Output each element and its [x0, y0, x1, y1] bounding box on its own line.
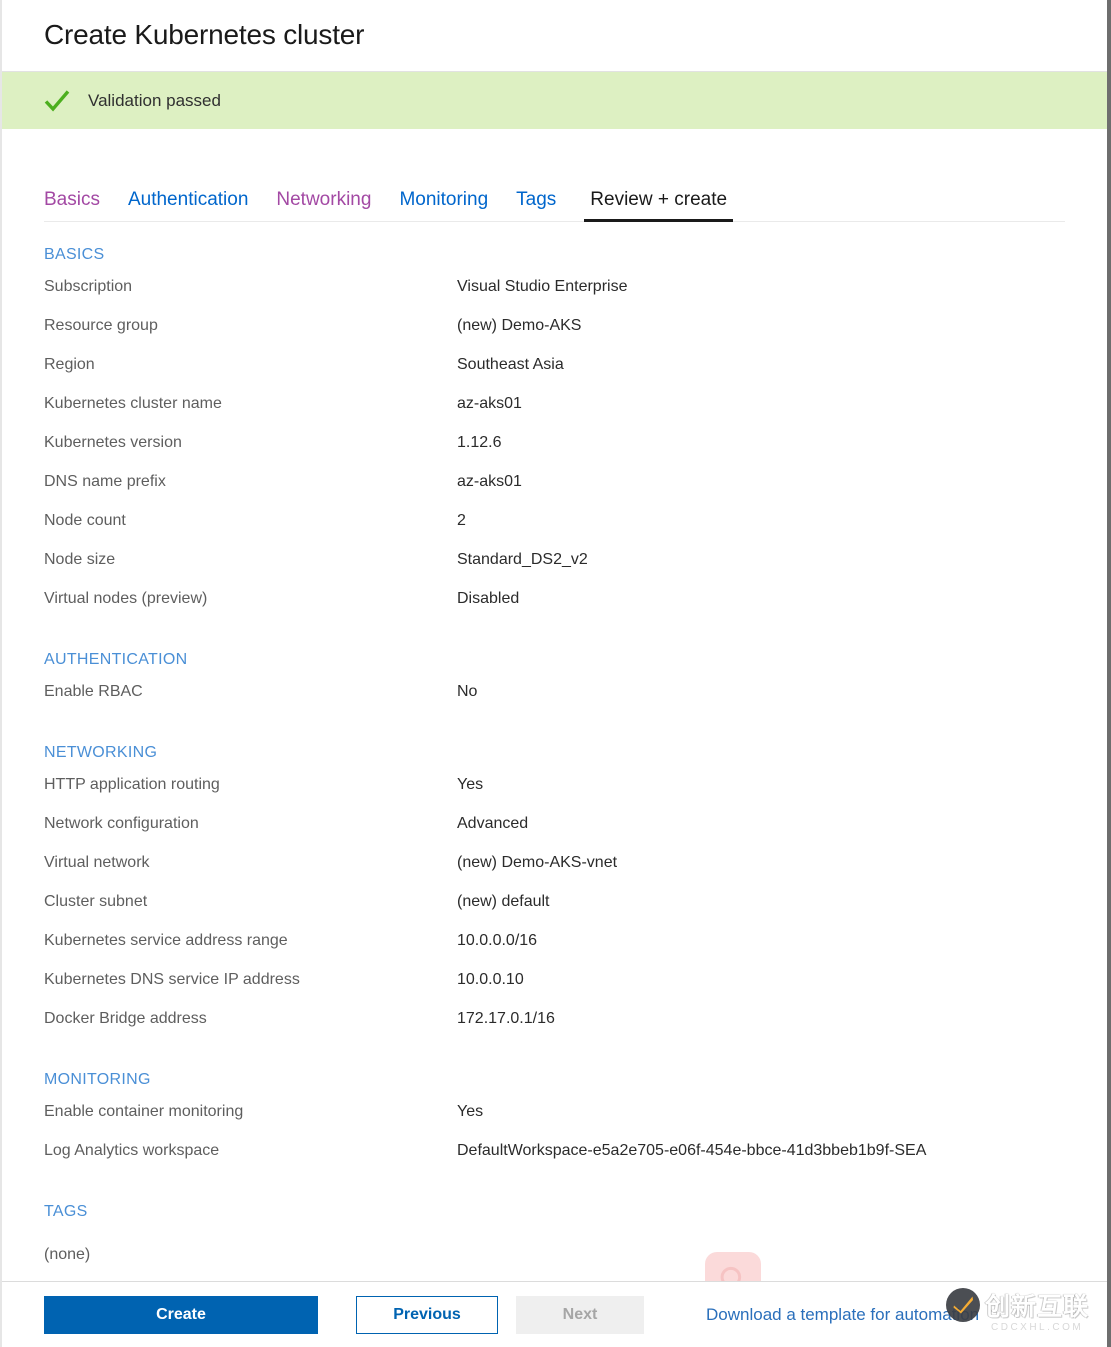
tab-networking[interactable]: Networking [276, 190, 371, 222]
tags-empty-text: (none) [44, 1246, 91, 1263]
row-label: Kubernetes cluster name [44, 395, 222, 412]
check-icon [44, 89, 70, 112]
row-label: Kubernetes DNS service IP address [44, 971, 300, 988]
summary-row-log-analytics-workspace: Log Analytics workspace DefaultWorkspace… [44, 1142, 1065, 1181]
validation-banner: Validation passed [2, 72, 1107, 130]
row-value: Southeast Asia [457, 356, 564, 373]
row-value: (new) default [457, 893, 550, 910]
create-kubernetes-cluster-blade: Create Kubernetes cluster Validation pas… [0, 0, 1111, 1347]
blade-body: Basics Authentication Networking Monitor… [2, 130, 1107, 1281]
summary-row-subscription: Subscription Visual Studio Enterprise [44, 278, 1065, 317]
row-label: Enable container monitoring [44, 1103, 244, 1120]
tab-tags[interactable]: Tags [516, 190, 556, 222]
next-button: Next [516, 1295, 644, 1334]
summary-row-virtual-nodes: Virtual nodes (preview) Disabled [44, 590, 1065, 629]
summary-row-kubernetes-version: Kubernetes version 1.12.6 [44, 434, 1065, 473]
row-label: Virtual network [44, 854, 150, 871]
validation-message: Validation passed [88, 90, 221, 110]
row-label: Virtual nodes (preview) [44, 590, 208, 607]
create-button[interactable]: Create [44, 1295, 318, 1334]
row-value: Yes [457, 776, 484, 793]
summary-row-cluster-subnet: Cluster subnet (new) default [44, 893, 1065, 932]
tab-monitoring[interactable]: Monitoring [399, 190, 488, 222]
summary-row-node-size: Node size Standard_DS2_v2 [44, 551, 1065, 590]
row-value: (new) Demo-AKS [457, 317, 582, 334]
previous-button[interactable]: Previous [356, 1295, 498, 1334]
review-summary: BASICS Subscription Visual Studio Enterp… [44, 222, 1065, 1274]
summary-row-service-address-range: Kubernetes service address range 10.0.0.… [44, 932, 1065, 971]
row-value: az-aks01 [457, 473, 522, 490]
row-label: Subscription [44, 278, 133, 295]
summary-row-resource-group: Resource group (new) Demo-AKS [44, 317, 1065, 356]
tab-basics[interactable]: Basics [44, 190, 100, 222]
download-template-link[interactable]: Download a template for automation [706, 1305, 979, 1325]
row-value: Yes [457, 1103, 484, 1120]
row-label: Node count [44, 512, 126, 529]
tab-authentication[interactable]: Authentication [128, 190, 248, 222]
section-heading-networking: NETWORKING [44, 744, 158, 761]
summary-row-dns-service-ip: Kubernetes DNS service IP address 10.0.0… [44, 971, 1065, 1010]
row-label: DNS name prefix [44, 473, 166, 490]
row-label: Region [44, 356, 95, 373]
row-value: DefaultWorkspace-e5a2e705-e06f-454e-bbce… [457, 1142, 927, 1159]
summary-row-cluster-name: Kubernetes cluster name az-aks01 [44, 395, 1065, 434]
row-label: Docker Bridge address [44, 1010, 207, 1027]
row-label: Log Analytics workspace [44, 1142, 220, 1159]
summary-row-dns-name-prefix: DNS name prefix az-aks01 [44, 473, 1065, 512]
row-value: Disabled [457, 590, 520, 607]
row-value: (new) Demo-AKS-vnet [457, 854, 618, 871]
section-heading-basics: BASICS [44, 246, 105, 263]
summary-row-enable-container-monitoring: Enable container monitoring Yes [44, 1103, 1065, 1142]
row-label: Network configuration [44, 815, 199, 832]
summary-row-network-configuration: Network configuration Advanced [44, 815, 1065, 854]
row-value: 172.17.0.1/16 [457, 1010, 555, 1027]
row-value: az-aks01 [457, 395, 522, 412]
section-heading-monitoring: MONITORING [44, 1071, 151, 1088]
row-value: 10.0.0.0/16 [457, 932, 538, 949]
row-value: Visual Studio Enterprise [457, 278, 628, 295]
row-value: No [457, 683, 478, 700]
tab-review-create[interactable]: Review + create [584, 190, 734, 222]
blade-header: Create Kubernetes cluster [2, 0, 1107, 72]
section-heading-authentication: AUTHENTICATION [44, 651, 188, 668]
row-value: 1.12.6 [457, 434, 502, 451]
row-value: Advanced [457, 815, 529, 832]
summary-row-node-count: Node count 2 [44, 512, 1065, 551]
row-label: Enable RBAC [44, 683, 143, 700]
summary-row-region: Region Southeast Asia [44, 356, 1065, 395]
row-value: 10.0.0.10 [457, 971, 524, 988]
row-value: Standard_DS2_v2 [457, 551, 588, 568]
summary-row-docker-bridge-address: Docker Bridge address 172.17.0.1/16 [44, 1010, 1065, 1049]
row-label: Kubernetes version [44, 434, 182, 451]
row-label: Resource group [44, 317, 158, 334]
summary-row-http-application-routing: HTTP application routing Yes [44, 776, 1065, 815]
blade-footer: Create Previous Next Download a template… [2, 1281, 1107, 1347]
row-label: Kubernetes service address range [44, 932, 288, 949]
row-value: 2 [457, 512, 466, 529]
row-label: Cluster subnet [44, 893, 148, 910]
row-label: Node size [44, 551, 116, 568]
section-heading-tags: TAGS [44, 1203, 88, 1220]
summary-row-enable-rbac: Enable RBAC No [44, 683, 1065, 722]
row-label: HTTP application routing [44, 776, 220, 793]
summary-row-virtual-network: Virtual network (new) Demo-AKS-vnet [44, 854, 1065, 893]
page-title: Create Kubernetes cluster [44, 19, 365, 51]
tab-bar: Basics Authentication Networking Monitor… [44, 166, 1065, 222]
